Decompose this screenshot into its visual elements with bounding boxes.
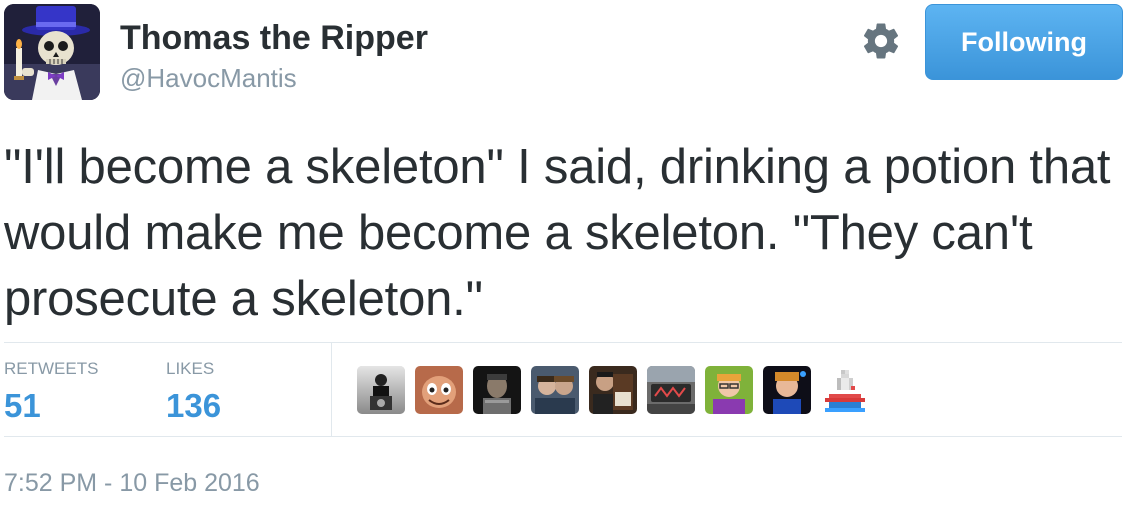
liker-avatar[interactable] [357, 366, 405, 414]
stats-bottom-divider [4, 436, 1122, 437]
following-button[interactable]: Following [925, 4, 1123, 80]
liker-avatar[interactable] [589, 366, 637, 414]
retweets-stat[interactable]: RETWEETS 51 [4, 358, 98, 428]
liker-avatar-2-icon [415, 366, 463, 414]
liker-avatar[interactable] [821, 366, 869, 414]
author-screen-name[interactable]: @HavocMantis [120, 62, 297, 94]
liker-avatar-3-icon [473, 366, 521, 414]
likes-stat[interactable]: LIKES 136 [166, 358, 221, 428]
liker-avatar[interactable] [473, 366, 521, 414]
author-avatar[interactable] [4, 4, 100, 100]
liker-avatar[interactable] [531, 366, 579, 414]
liker-avatars [357, 366, 869, 414]
retweets-label: RETWEETS [4, 359, 99, 378]
liker-avatar-8-icon [763, 366, 811, 414]
author-display-name[interactable]: Thomas the Ripper [120, 18, 428, 58]
skeleton-top-hat-avatar-icon [4, 4, 100, 100]
tweet-timestamp[interactable]: 7:52 PM - 10 Feb 2016 [4, 468, 260, 498]
tweet-text: "I'll become a skeleton" I said, drinkin… [4, 140, 1111, 326]
liker-avatar[interactable] [415, 366, 463, 414]
tweet-card: Thomas the Ripper @HavocMantis Following… [0, 0, 1132, 506]
liker-avatar-1-icon [357, 366, 405, 414]
liker-avatar[interactable] [763, 366, 811, 414]
retweets-count: 51 [4, 387, 41, 424]
stats-vertical-divider [331, 343, 332, 436]
likes-count: 136 [166, 387, 222, 424]
liker-avatar-4-icon [531, 366, 579, 414]
liker-avatar[interactable] [705, 366, 753, 414]
liker-avatar-9-icon [821, 366, 869, 414]
gear-icon[interactable] [860, 20, 902, 62]
liker-avatar-5-icon [589, 366, 637, 414]
liker-avatar-6-icon [647, 366, 695, 414]
likes-label: LIKES [166, 359, 215, 378]
stats-top-divider [4, 342, 1122, 343]
liker-avatar[interactable] [647, 366, 695, 414]
liker-avatar-7-icon [705, 366, 753, 414]
